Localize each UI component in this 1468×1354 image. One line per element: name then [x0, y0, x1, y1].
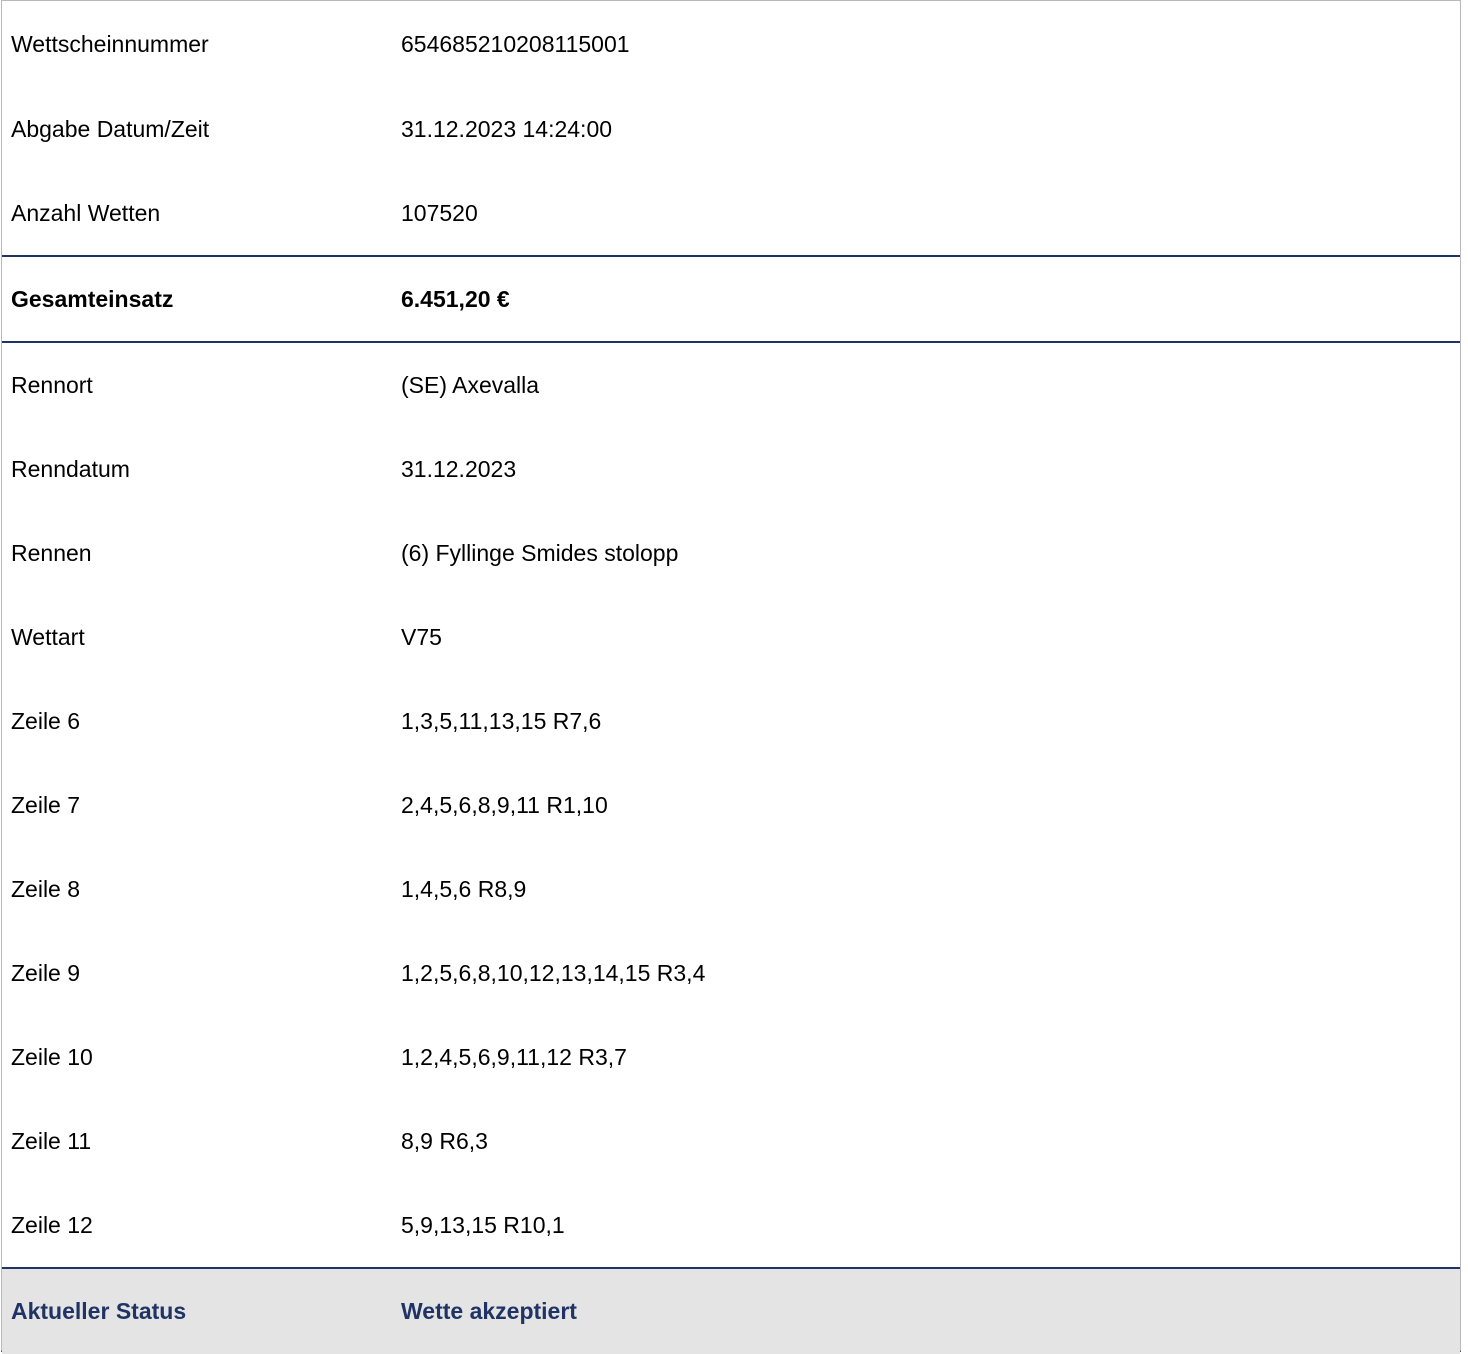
row-label: Rennen — [11, 539, 92, 566]
row-label: Zeile 7 — [11, 791, 81, 818]
row-value: (SE) Axevalla — [401, 371, 540, 398]
row-zeile-9: Zeile 9 1,2,5,6,8,10,12,13,14,15 R3,4 — [2, 931, 1460, 1015]
row-value: 5,9,13,15 R10,1 — [401, 1211, 565, 1238]
row-zeile-6: Zeile 6 1,3,5,11,13,15 R7,6 — [2, 679, 1460, 763]
total-value: 6.451,20 € — [401, 285, 510, 312]
row-value: 2,4,5,6,8,9,11 R1,10 — [401, 791, 608, 818]
row-label: Zeile 6 — [11, 707, 81, 734]
row-value: 31.12.2023 14:24:00 — [401, 115, 613, 142]
row-value: 1,4,5,6 R8,9 — [401, 875, 527, 902]
ticket-details-section: Rennort (SE) Axevalla Renndatum 31.12.20… — [2, 343, 1460, 1267]
row-label: Wettscheinnummer — [11, 30, 209, 57]
row-wettscheinnummer: Wettscheinnummer 654685210208115001 — [2, 1, 1460, 87]
row-value: 1,2,5,6,8,10,12,13,14,15 R3,4 — [401, 959, 706, 986]
row-label: Zeile 9 — [11, 959, 81, 986]
total-label: Gesamteinsatz — [11, 285, 174, 312]
ticket-header-section: Wettscheinnummer 654685210208115001 Abga… — [2, 1, 1460, 255]
row-rennen: Rennen (6) Fyllinge Smides stolopp — [2, 511, 1460, 595]
row-anzahl-wetten: Anzahl Wetten 107520 — [2, 171, 1460, 255]
row-label: Wettart — [11, 623, 85, 650]
row-gesamteinsatz: Gesamteinsatz 6.451,20 € — [2, 257, 1460, 341]
row-abgabe-datum-zeit: Abgabe Datum/Zeit 31.12.2023 14:24:00 — [2, 87, 1460, 171]
row-value: 1,2,4,5,6,9,11,12 R3,7 — [401, 1043, 627, 1070]
row-value: 107520 — [401, 199, 478, 226]
row-zeile-7: Zeile 7 2,4,5,6,8,9,11 R1,10 — [2, 763, 1460, 847]
row-label: Renndatum — [11, 455, 130, 482]
row-wettart: Wettart V75 — [2, 595, 1460, 679]
row-label: Abgabe Datum/Zeit — [11, 115, 210, 142]
row-value: 8,9 R6,3 — [401, 1127, 488, 1154]
row-label: Anzahl Wetten — [11, 199, 161, 226]
status-label: Aktueller Status — [11, 1298, 187, 1324]
row-value: 1,3,5,11,13,15 R7,6 — [401, 707, 602, 734]
row-zeile-12: Zeile 12 5,9,13,15 R10,1 — [2, 1183, 1460, 1267]
row-label: Zeile 10 — [11, 1043, 93, 1070]
bet-ticket-table: Wettscheinnummer 654685210208115001 Abga… — [1, 0, 1461, 1354]
row-value: 654685210208115001 — [401, 30, 630, 57]
row-value: (6) Fyllinge Smides stolopp — [401, 539, 679, 566]
row-aktueller-status: Aktueller Status Wette akzeptiert — [2, 1269, 1460, 1354]
row-label: Rennort — [11, 371, 93, 398]
row-value: 31.12.2023 — [401, 455, 517, 482]
row-rennort: Rennort (SE) Axevalla — [2, 343, 1460, 427]
row-label: Zeile 8 — [11, 875, 81, 902]
row-zeile-10: Zeile 10 1,2,4,5,6,9,11,12 R3,7 — [2, 1015, 1460, 1099]
row-renndatum: Renndatum 31.12.2023 — [2, 427, 1460, 511]
row-zeile-8: Zeile 8 1,4,5,6 R8,9 — [2, 847, 1460, 931]
row-label: Zeile 12 — [11, 1211, 93, 1238]
row-zeile-11: Zeile 11 8,9 R6,3 — [2, 1099, 1460, 1183]
row-label: Zeile 11 — [11, 1127, 92, 1154]
row-value: V75 — [401, 623, 442, 650]
status-value: Wette akzeptiert — [401, 1298, 577, 1324]
